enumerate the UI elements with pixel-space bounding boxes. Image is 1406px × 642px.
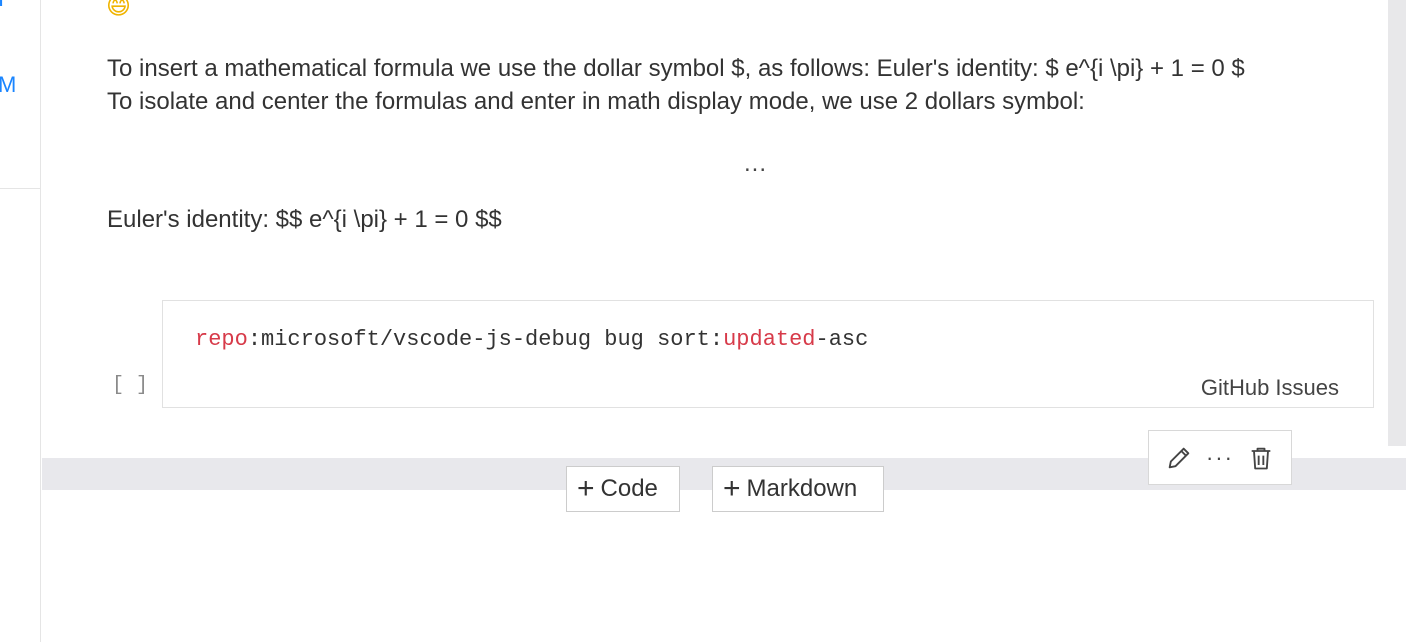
cell-toolbar: ···	[1148, 430, 1292, 485]
vertical-scrollbar[interactable]	[1388, 0, 1406, 446]
add-code-label: Code	[600, 475, 658, 502]
left-gutter: I M	[0, 0, 41, 642]
markdown-line-euler-display: Euler's identity: $$ e^{i \pi} + 1 = 0 $…	[107, 206, 502, 233]
plus-icon: +	[723, 472, 741, 505]
code-token-text: :microsoft/vscode-js-debug bug sort:	[247, 327, 724, 352]
gutter-glyph: I	[0, 0, 4, 12]
math-display-ellipsis: ...	[744, 150, 768, 177]
more-dots: ···	[1205, 444, 1234, 470]
more-icon[interactable]: ···	[1204, 442, 1236, 474]
add-code-cell-button[interactable]: + Code	[566, 466, 680, 512]
cell-language-label[interactable]: GitHub Issues	[1201, 375, 1339, 401]
plus-icon: +	[577, 472, 595, 505]
code-token-keyword: repo	[195, 327, 248, 352]
code-token-keyword: updated	[723, 327, 816, 352]
code-cell-editor[interactable]: repo:microsoft/vscode-js-debug bug sort:…	[162, 300, 1374, 408]
add-markdown-label: Markdown	[746, 475, 858, 502]
markdown-line-display-math-intro: To isolate and center the formulas and e…	[107, 88, 1085, 115]
code-line[interactable]: repo:microsoft/vscode-js-debug bug sort:…	[195, 327, 868, 352]
gutter-divider	[0, 188, 40, 189]
grinning-emoji: 😄	[106, 0, 132, 20]
add-markdown-cell-button[interactable]: + Markdown	[712, 466, 884, 512]
markdown-line-inline-math: To insert a mathematical formula we use …	[107, 55, 1245, 82]
code-token-text: -asc	[815, 327, 869, 352]
trash-icon[interactable]	[1245, 442, 1277, 474]
pencil-icon[interactable]	[1163, 442, 1195, 474]
execution-count-indicator[interactable]: [ ]	[112, 374, 148, 397]
gutter-glyph: M	[0, 72, 17, 97]
